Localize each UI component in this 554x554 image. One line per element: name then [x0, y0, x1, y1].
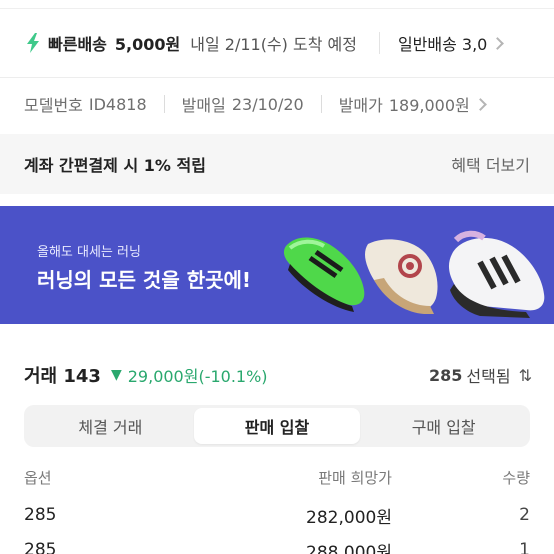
- running-shoes-image: [283, 230, 545, 318]
- trade-summary-row: 거래 143 ▼ 29,000원(-10.1%) 285 선택됨 ⇅: [0, 358, 554, 392]
- chevron-right-icon[interactable]: [491, 36, 505, 50]
- fast-shipping-eta: 내일 2/11(수) 도착 예정: [190, 35, 357, 54]
- table-header: 옵션 판매 희망가 수량: [0, 464, 554, 490]
- release-price-label: 발매가: [338, 96, 383, 115]
- row-option: 285: [24, 505, 57, 525]
- shoe-beige: [365, 239, 438, 314]
- tab-buy-bids[interactable]: 구매 입찰: [360, 408, 527, 444]
- chevron-right-icon[interactable]: [473, 97, 487, 111]
- table-row: 285 282,000원 2: [0, 500, 554, 530]
- shoe-green: [283, 237, 365, 312]
- shoe-white: [448, 230, 545, 318]
- selected-size-label: 선택됨: [466, 367, 511, 386]
- table-row: 285 288,000원 1: [0, 535, 554, 554]
- info-separator: [320, 95, 322, 113]
- top-divider: [0, 8, 554, 9]
- running-promo-banner[interactable]: 올해도 대세는 러닝 러닝의 모든 것을 한곳에!: [0, 206, 554, 324]
- col-quantity: 수량: [502, 468, 530, 487]
- release-date-value: 23/10/20: [231, 94, 304, 114]
- selected-size: 285: [429, 365, 463, 385]
- row-price: 282,000원: [306, 507, 392, 528]
- benefit-more-link[interactable]: 혜택 더보기: [451, 152, 530, 176]
- tab-completed-trades[interactable]: 체결 거래: [27, 408, 194, 444]
- general-shipping-label: 일반배송 3,0: [397, 35, 488, 54]
- bid-tabs: 체결 거래 판매 입찰 구매 입찰: [24, 405, 530, 447]
- row-quantity: 1: [519, 540, 530, 554]
- benefit-text: 계좌 간편결제 시 1% 적립: [24, 156, 206, 175]
- trade-count: 거래 143: [24, 366, 101, 387]
- shipping-separator: [378, 32, 380, 54]
- fast-shipping-price: 5,000원: [114, 35, 181, 54]
- lightning-bolt-icon: [27, 33, 39, 53]
- banner-title: 러닝의 모든 것을 한곳에!: [37, 268, 252, 292]
- row-price: 288,000원: [306, 542, 392, 554]
- model-number-value: ID4818: [88, 94, 147, 114]
- fast-shipping-label: 빠른배송: [48, 35, 107, 54]
- price-down-icon: ▼: [110, 367, 122, 383]
- release-date-label: 발매일: [181, 96, 226, 115]
- benefit-row[interactable]: 계좌 간편결제 시 1% 적립 혜택 더보기: [0, 134, 554, 194]
- divider: [0, 77, 554, 78]
- tab-sell-bids[interactable]: 판매 입찰: [193, 408, 361, 444]
- row-quantity: 2: [519, 505, 530, 525]
- col-sell-price: 판매 희망가: [318, 468, 392, 487]
- shipping-row[interactable]: 빠른배송 5,000원 내일 2/11(수) 도착 예정 일반배송 3,0: [0, 20, 554, 66]
- sort-icon[interactable]: ⇅: [519, 366, 532, 385]
- price-change: 29,000원(-10.1%): [127, 367, 268, 386]
- row-option: 285: [24, 540, 57, 554]
- model-number-label: 모델번호: [24, 96, 83, 115]
- product-info-row: 모델번호 ID4818 발매일 23/10/20 발매가 189,000원: [0, 84, 554, 124]
- info-separator: [163, 95, 165, 113]
- col-option: 옵션: [24, 468, 52, 487]
- size-selector[interactable]: 285 선택됨 ⇅: [429, 363, 532, 387]
- banner-subtitle: 올해도 대세는 러닝: [37, 245, 141, 260]
- release-price-value: 189,000원: [388, 96, 470, 115]
